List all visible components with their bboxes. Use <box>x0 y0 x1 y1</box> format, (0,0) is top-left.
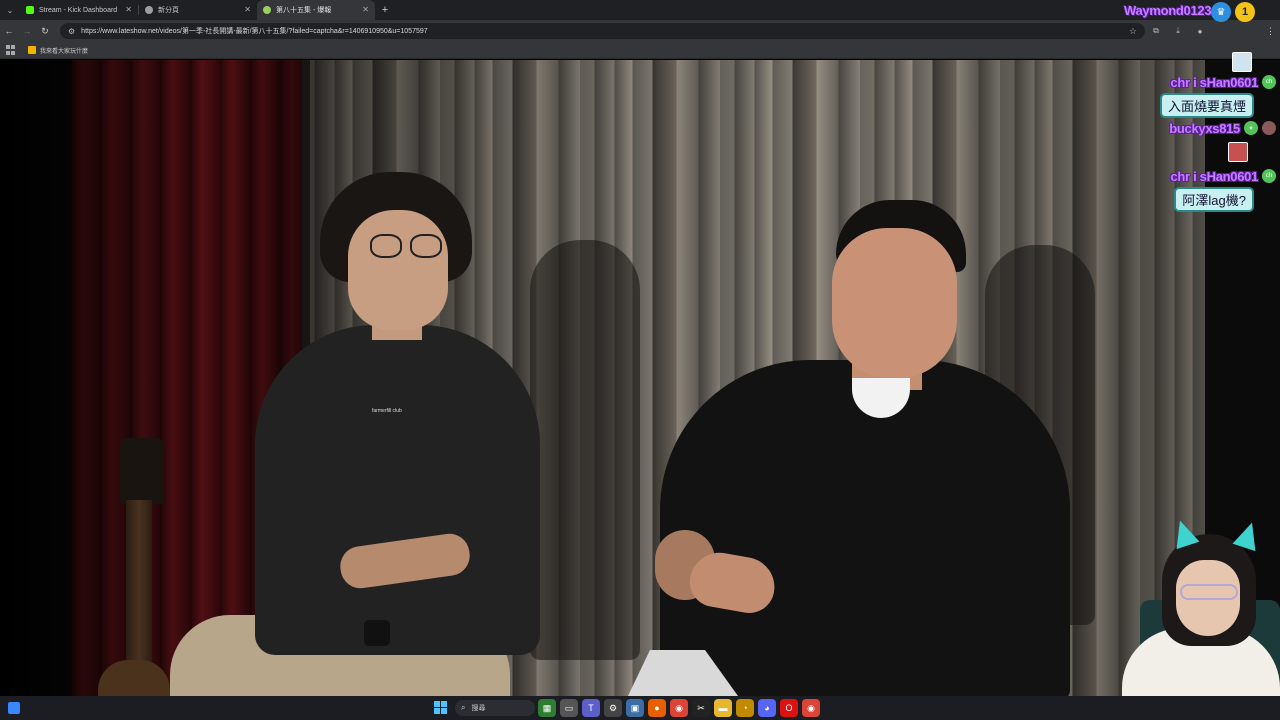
sparkle-badge-icon: ✦ <box>1244 121 1258 135</box>
bookmark-star-icon[interactable]: ☆ <box>1129 26 1137 37</box>
chat-user-row: chr i sHan0601 ch <box>1076 72 1276 92</box>
wall-shadow-left <box>530 240 640 660</box>
person-left-shirt <box>255 325 540 655</box>
folder-icon[interactable]: ▬ <box>714 699 732 717</box>
chat-user-row: chr i sHan0601 ch <box>1076 166 1276 186</box>
tab-new-tab[interactable]: 新分頁 ✕ <box>139 0 257 20</box>
chat-username: chr i sHan0601 <box>1170 74 1258 90</box>
chat-user-row: buckyxs815 ✦ <box>1076 118 1276 138</box>
bookmark-label: 我來看大家玩什麼 <box>40 48 89 55</box>
close-icon[interactable]: ✕ <box>244 5 251 14</box>
tab-kick-dashboard[interactable]: Stream - Kick Dashboard ✕ <box>20 0 138 20</box>
forward-icon[interactable]: → <box>18 20 36 42</box>
chat-message-row: 阿澤lag機? <box>1076 186 1276 212</box>
tab-strip: ⌄ Stream - Kick Dashboard ✕ 新分頁 ✕ 第八十五集 … <box>0 0 1280 20</box>
discord-icon[interactable]: ◕ <box>758 699 776 717</box>
smartwatch <box>364 620 390 646</box>
chat-username: buckyxs815 <box>1169 120 1240 136</box>
photos-icon[interactable]: ▣ <box>626 699 644 717</box>
extension-icon[interactable]: ⧉ <box>1145 20 1167 42</box>
close-icon[interactable]: ✕ <box>125 5 132 14</box>
channel-badge: ch <box>1262 169 1276 183</box>
chrome-icon[interactable]: ◉ <box>802 699 820 717</box>
capcut-icon[interactable]: ✂ <box>692 699 710 717</box>
downloads-icon[interactable]: ⤓ <box>1167 20 1189 42</box>
widgets-icon[interactable]: ▦ <box>538 699 556 717</box>
profile-icon[interactable]: ● <box>1189 20 1211 42</box>
rank-badge: 1 <box>1235 2 1255 22</box>
reload-icon[interactable]: ↻ <box>36 20 54 42</box>
apps-grid-icon[interactable] <box>6 45 16 55</box>
person-right-face <box>832 228 957 378</box>
tab-search-icon[interactable]: ⌄ <box>0 0 20 20</box>
firefox-icon[interactable]: ● <box>648 699 666 717</box>
glasses-lens-right <box>410 234 442 258</box>
streamer-webcam <box>1118 516 1280 698</box>
site-icon <box>263 6 271 14</box>
search-icon: ⌕ <box>461 703 466 712</box>
screen: ⌄ Stream - Kick Dashboard ✕ 新分頁 ✕ 第八十五集 … <box>0 0 1280 720</box>
guitar-headstock <box>120 438 164 504</box>
tab-label: 第八十五集 - 爆報 <box>276 7 332 14</box>
taskbar-search[interactable]: ⌕ 搜尋 <box>455 700 535 716</box>
chat-row-emote-top <box>1076 52 1276 72</box>
browser-toolbar: ← → ↻ ⚙ https://www.lateshow.net/videos/… <box>0 20 1280 42</box>
chat-emote-row <box>1076 138 1276 166</box>
top-donor-username: Waymond01234 <box>1124 3 1219 18</box>
chrome-icon[interactable]: ◉ <box>670 699 688 717</box>
shirt-logo: farmerfill club <box>372 408 402 414</box>
chat-message: 入面燒要真煙 <box>1159 92 1254 118</box>
taskbar-apps: ▦ ▭ T ⚙ ▣ ● ◉ ✂ ▬ ◔ ◕ O ◉ <box>538 699 820 717</box>
widgets-icon[interactable] <box>8 702 20 714</box>
channel-badge: ch <box>1262 75 1276 89</box>
new-tab-button[interactable]: + <box>375 0 395 20</box>
tab-label: 新分頁 <box>158 7 179 14</box>
search-placeholder: 搜尋 <box>471 705 486 712</box>
opera-icon[interactable]: O <box>780 699 798 717</box>
site-info-icon[interactable]: ⚙ <box>68 27 75 36</box>
gift-emote-icon <box>1232 52 1252 72</box>
gift-emote-icon <box>1228 142 1248 162</box>
windows-taskbar: ⌕ 搜尋 ▦ ▭ T ⚙ ▣ ● ◉ ✂ ▬ ◔ ◕ O ◉ <box>0 696 1280 720</box>
close-icon[interactable]: ✕ <box>362 5 369 14</box>
chat-message: 阿澤lag機? <box>1174 186 1254 212</box>
windows-start-icon[interactable] <box>434 701 447 714</box>
person-left-face <box>348 210 448 330</box>
tab-episode-85[interactable]: 第八十五集 - 爆報 ✕ <box>257 0 375 20</box>
bookmark-icon <box>28 46 36 54</box>
streamer-glasses <box>1180 584 1238 600</box>
browser-menu-icon[interactable]: ⋮ <box>1266 26 1275 37</box>
tab-label: Stream - Kick Dashboard <box>39 6 118 14</box>
chat-overlay: chr i sHan0601 ch 入面燒要真煙 buckyxs815 ✦ ch… <box>1076 52 1276 212</box>
chat-username: chr i sHan0601 <box>1170 168 1258 184</box>
settings-icon[interactable]: ⚙ <box>604 699 622 717</box>
globe-icon <box>145 6 153 14</box>
clock-icon[interactable]: ◔ <box>736 699 754 717</box>
teams-icon[interactable]: T <box>582 699 600 717</box>
back-icon[interactable]: ← <box>0 20 18 42</box>
chat-message-row: 入面燒要真煙 <box>1076 92 1276 118</box>
glasses-lens-left <box>370 234 402 258</box>
crown-icon: ♛ <box>1211 2 1231 22</box>
kick-icon <box>26 6 34 14</box>
bookmark-item[interactable]: 我來看大家玩什麼 <box>28 46 88 55</box>
file-explorer-icon[interactable]: ▭ <box>560 699 578 717</box>
address-bar[interactable]: ⚙ https://www.lateshow.net/videos/第一季-社長… <box>60 23 1145 39</box>
avatar <box>1262 121 1276 135</box>
url-text[interactable]: https://www.lateshow.net/videos/第一季-社長開講… <box>81 26 1129 36</box>
